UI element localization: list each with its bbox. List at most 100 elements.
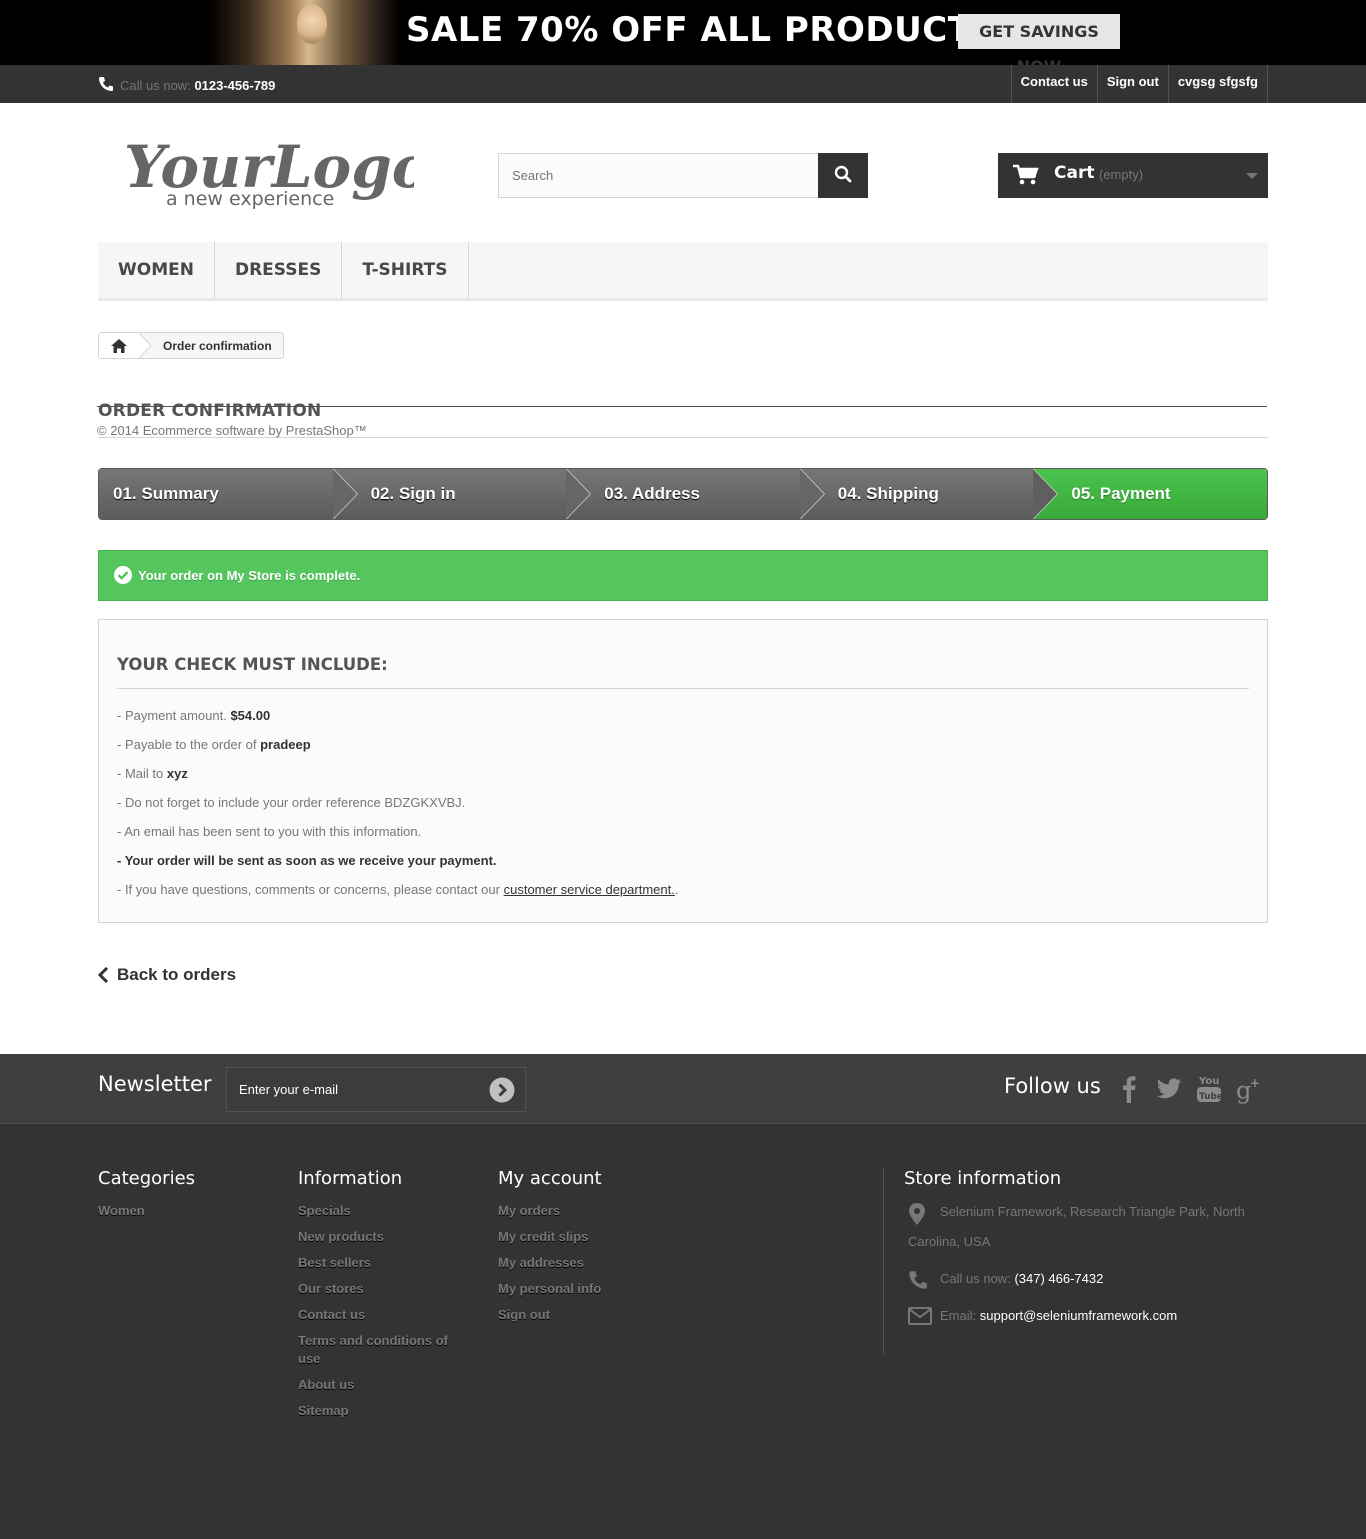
svg-text:You: You (1198, 1076, 1219, 1087)
store-logo[interactable]: YourLogo a new experience (124, 125, 430, 215)
breadcrumb-current: Order confirmation (163, 338, 272, 353)
store-email-address[interactable]: support@seleniumframework.com (980, 1308, 1177, 1323)
account-name-link[interactable]: cvgsg sfgsfg (1169, 65, 1268, 103)
store-address-line1: Selenium Framework, Research Triangle Pa… (940, 1204, 1245, 1219)
cart-icon (1013, 164, 1039, 185)
cart-status: (empty) (1099, 167, 1144, 182)
footer-link-our-stores[interactable]: Our stores (298, 1276, 458, 1302)
footer-my-account: My account My orders My credit slips My … (498, 1168, 658, 1328)
copyright: © 2014 Ecommerce software by PrestaShop™ (97, 406, 1267, 438)
step-shipping[interactable]: 04. Shipping (799, 469, 1059, 519)
newsletter-bar: Newsletter Enter your e-mail Follow us Y… (0, 1054, 1366, 1124)
store-address: Selenium Framework, Research Triangle Pa… (904, 1197, 1268, 1257)
search-button[interactable] (818, 153, 868, 198)
chevron-down-icon (1246, 173, 1258, 179)
step-label: 01. Summary (113, 484, 219, 503)
footer-link-my-orders[interactable]: My orders (498, 1198, 658, 1224)
footer-account-title: My account (498, 1168, 602, 1189)
mail-to-line: - Mail to xyz (117, 766, 188, 781)
footer: Newsletter Enter your e-mail Follow us Y… (0, 1054, 1366, 1539)
call-us: Call us now: 0123-456-789 (98, 76, 275, 93)
footer-link-credit-slips[interactable]: My credit slips (498, 1224, 658, 1250)
step-summary[interactable]: 01. Summary (99, 469, 358, 519)
banner-model-face (297, 4, 327, 44)
top-nav-bar: Call us now: 0123-456-789 Contact us Sig… (0, 65, 1366, 103)
footer-link-terms[interactable]: Terms and conditions of use (298, 1328, 458, 1372)
cart-button[interactable]: Cart (empty) (998, 153, 1268, 198)
back-to-orders-link[interactable]: Back to orders (98, 965, 236, 985)
footer-store-info: Store information Selenium Framework, Re… (883, 1168, 1268, 1354)
check-circle-icon (114, 566, 132, 584)
payment-amount-line: - Payment amount. $54.00 (117, 708, 271, 723)
footer-link-sitemap[interactable]: Sitemap (298, 1398, 458, 1424)
menu-item-dresses[interactable]: DRESSES (215, 242, 343, 298)
step-label: 04. Shipping (837, 484, 939, 503)
payable-line: - Payable to the order of pradeep (117, 737, 311, 752)
menu-item-women[interactable]: WOMEN (98, 242, 215, 298)
banner-headline: SALE 70% OFF ALL PRODUCTS (406, 10, 997, 50)
footer-link-personal-info[interactable]: My personal info (498, 1276, 658, 1302)
footer-link-best-sellers[interactable]: Best sellers (298, 1250, 458, 1276)
contact-line: - If you have questions, comments or con… (117, 882, 679, 897)
chevron-left-icon (98, 967, 109, 983)
shipping-note-line: - Your order will be sent as soon as we … (117, 853, 497, 868)
search-input[interactable] (498, 153, 819, 198)
phone-icon (909, 1271, 927, 1289)
step-label: 05. Payment (1071, 484, 1171, 503)
envelope-icon (908, 1307, 932, 1325)
youtube-icon[interactable]: You Tube (1196, 1072, 1222, 1106)
store-phone-number: (347) 466-7432 (1014, 1271, 1104, 1286)
store-email: Email: support@seleniumframework.com (904, 1301, 1268, 1331)
promo-banner[interactable]: SALE 70% OFF ALL PRODUCTS GET SAVINGS NO… (0, 0, 1366, 65)
back-to-orders-label: Back to orders (117, 965, 237, 984)
payee: pradeep (260, 737, 311, 752)
call-phone: 0123-456-789 (194, 78, 276, 93)
svg-text:+: + (1250, 1076, 1260, 1090)
order-complete-alert: Your order on My Store is complete. (98, 550, 1268, 601)
check-instructions-box: YOUR CHECK MUST INCLUDE: - Payment amoun… (98, 619, 1268, 923)
cart-label: Cart (1054, 163, 1095, 183)
footer-link-women[interactable]: Women (98, 1198, 258, 1224)
checkout-steps: 01. Summary 02. Sign in 03. Address 04. … (98, 468, 1268, 520)
get-savings-button[interactable]: GET SAVINGS NOW (958, 14, 1120, 65)
footer-link-new-products[interactable]: New products (298, 1224, 458, 1250)
footer-columns: Categories Women Information Specials Ne… (98, 1124, 1268, 1464)
store-phone: Call us now: (347) 466-7432 (904, 1264, 1268, 1294)
twitter-icon[interactable] (1156, 1072, 1182, 1106)
footer-information-title: Information (298, 1168, 403, 1189)
step-payment: 05. Payment (1033, 469, 1267, 519)
footer-link-sign-out[interactable]: Sign out (498, 1302, 658, 1328)
newsletter-title: Newsletter (98, 1072, 212, 1096)
arrow-right-circle-icon[interactable] (489, 1077, 515, 1103)
mail-address: xyz (166, 766, 188, 781)
footer-information: Information Specials New products Best s… (298, 1168, 458, 1424)
map-marker-icon (909, 1203, 925, 1225)
email-sent-line: - An email has been sent to you with thi… (117, 824, 422, 839)
breadcrumb-home[interactable] (99, 333, 139, 358)
step-address[interactable]: 03. Address (566, 469, 825, 519)
header: YourLogo a new experience Cart (empty) (98, 103, 1268, 242)
step-label: 03. Address (604, 484, 700, 503)
store-email-label: Email: (940, 1308, 977, 1323)
order-reference-line: - Do not forget to include your order re… (117, 795, 466, 810)
google-plus-icon[interactable]: g + (1236, 1072, 1262, 1106)
store-info-title: Store information (904, 1168, 1062, 1189)
check-title: YOUR CHECK MUST INCLUDE: (117, 634, 1249, 689)
payment-amount: $54.00 (230, 708, 271, 723)
footer-link-addresses[interactable]: My addresses (498, 1250, 658, 1276)
logo-graphic: YourLogo a new experience (124, 133, 430, 210)
step-sign-in[interactable]: 02. Sign in (332, 469, 592, 519)
newsletter-email-input[interactable]: Enter your e-mail (226, 1067, 526, 1112)
sign-out-link[interactable]: Sign out (1098, 65, 1169, 103)
contact-us-link[interactable]: Contact us (1012, 65, 1098, 103)
customer-service-link[interactable]: customer service department. (504, 882, 675, 897)
footer-link-about-us[interactable]: About us (298, 1372, 458, 1398)
call-label: Call us now: (120, 78, 191, 93)
menu-item-tshirts[interactable]: T-SHIRTS (342, 242, 469, 298)
follow-us-title: Follow us (1004, 1074, 1101, 1098)
footer-link-specials[interactable]: Specials (298, 1198, 458, 1224)
footer-link-contact-us[interactable]: Contact us (298, 1302, 458, 1328)
facebook-icon[interactable] (1116, 1072, 1142, 1106)
svg-text:Tube: Tube (1199, 1092, 1222, 1102)
phone-icon (99, 77, 113, 91)
